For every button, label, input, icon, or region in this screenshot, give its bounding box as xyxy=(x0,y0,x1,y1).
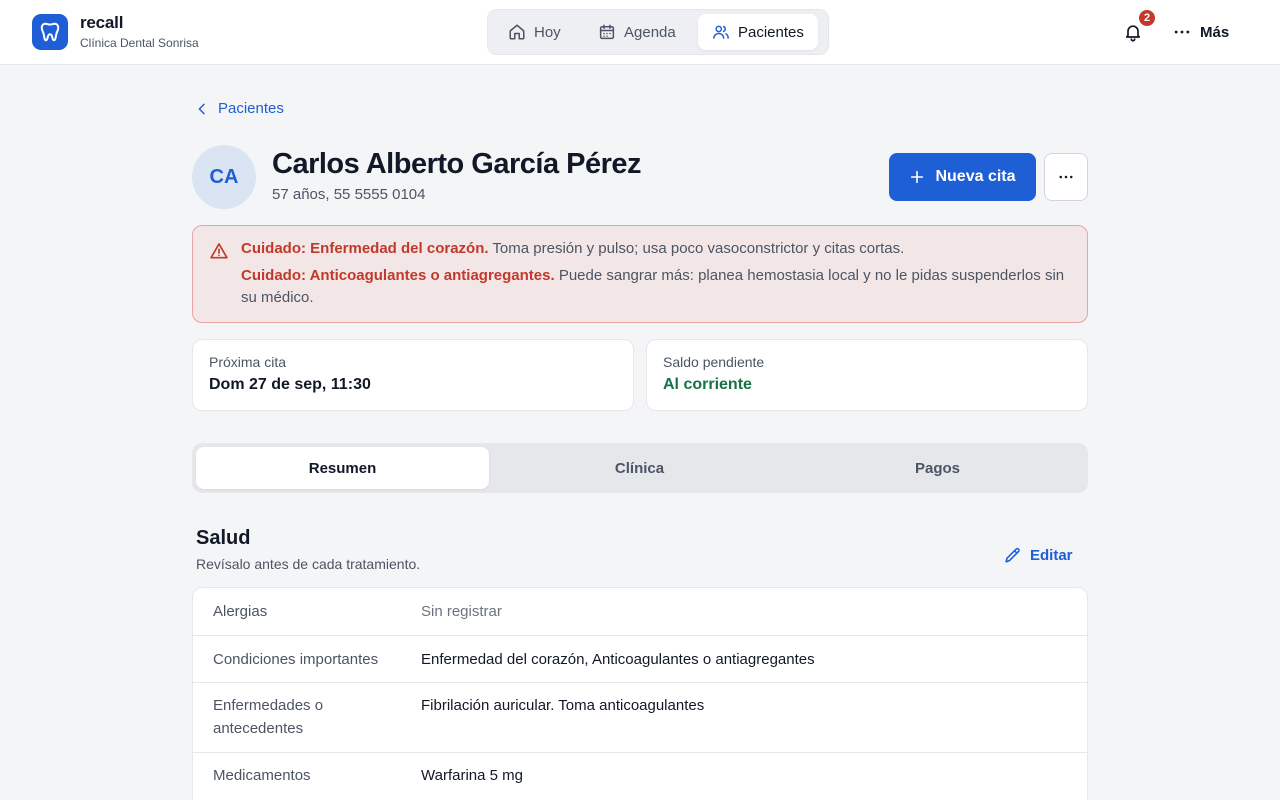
section-title: Salud xyxy=(196,527,251,549)
alert-text: Toma presión y pulso; usa poco vasoconst… xyxy=(488,240,905,257)
back-to-patients-link[interactable]: Pacientes xyxy=(194,100,284,117)
pencil-icon xyxy=(1005,547,1020,563)
edit-health-button[interactable]: Editar xyxy=(1003,546,1073,565)
row-label: Enfermedades o antecedentes xyxy=(213,697,324,737)
main-nav: Hoy Agenda Pacientes xyxy=(487,9,829,55)
tab-resumen[interactable]: Resumen xyxy=(196,447,489,489)
new-appointment-button[interactable]: Nueva cita xyxy=(889,153,1036,201)
alert-heart-condition: Cuidado: Enfermedad del corazón. Toma pr… xyxy=(241,238,1071,260)
nav-item-label: Pacientes xyxy=(738,23,804,41)
ellipsis-icon xyxy=(1174,30,1190,34)
tab-pagos[interactable]: Pagos xyxy=(791,447,1084,489)
edit-label: Editar xyxy=(1030,547,1073,564)
patient-name: Carlos Alberto García Pérez xyxy=(272,148,642,180)
next-appointment-card[interactable]: Próxima cita Dom 27 de sep, 11:30 xyxy=(192,339,634,411)
table-row: Enfermedades o antecedentes Fibrilación … xyxy=(193,683,1087,753)
balance-value: Al corriente xyxy=(663,376,752,393)
top-bar: recall Clínica Dental Sonrisa Hoy Agenda… xyxy=(0,0,1280,65)
balance-card[interactable]: Saldo pendiente Al corriente xyxy=(646,339,1088,411)
patient-tabs: Resumen Clínica Pagos xyxy=(192,443,1088,493)
patient-options-button[interactable] xyxy=(1044,153,1088,201)
section-subtitle: Revísalo antes de cada tratamiento. xyxy=(196,556,421,572)
row-value: Enfermedad del corazón, Anticoagulantes … xyxy=(421,651,815,668)
nav-item-label: Hoy xyxy=(534,23,561,41)
warning-icon xyxy=(210,243,228,259)
notifications-badge: 2 xyxy=(1137,8,1157,28)
table-row: Medicamentos Warfarina 5 mg xyxy=(193,753,1087,800)
alert-title: Cuidado: Anticoagulantes o antiagregante… xyxy=(241,267,555,284)
chevron-left-icon xyxy=(198,103,205,114)
row-value: Warfarina 5 mg xyxy=(421,767,523,784)
patient-avatar: CA xyxy=(192,145,256,209)
card-label: Próxima cita xyxy=(209,354,287,370)
row-value: Sin registrar xyxy=(421,603,502,620)
back-label: Pacientes xyxy=(218,100,284,117)
card-label: Saldo pendiente xyxy=(663,354,765,370)
ellipsis-icon xyxy=(1059,175,1073,179)
users-icon xyxy=(713,25,729,39)
patient-meta: 57 años, 55 5555 0104 xyxy=(272,186,426,203)
tooth-logo-icon[interactable] xyxy=(32,14,68,50)
calendar-icon xyxy=(599,24,615,40)
table-row: Condiciones importantes Enfermedad del c… xyxy=(193,636,1087,683)
nav-item-agenda[interactable]: Agenda xyxy=(584,14,690,50)
table-row: Alergias Sin registrar xyxy=(193,588,1087,636)
more-label: Más xyxy=(1200,23,1230,41)
nav-item-hoy[interactable]: Hoy xyxy=(494,14,575,50)
tab-clinica[interactable]: Clínica xyxy=(493,447,786,489)
next-appointment-value: Dom 27 de sep, 11:30 xyxy=(209,376,371,393)
nav-item-pacientes[interactable]: Pacientes xyxy=(698,14,818,50)
health-table: Alergias Sin registrar Condiciones impor… xyxy=(192,587,1088,800)
clinic-name: Clínica Dental Sonrisa xyxy=(80,36,199,50)
home-icon xyxy=(509,24,525,40)
nav-item-label: Agenda xyxy=(624,23,676,41)
row-value: Fibrilación auricular. Toma anticoagulan… xyxy=(421,697,705,714)
alert-anticoagulants: Cuidado: Anticoagulantes o antiagregante… xyxy=(241,265,1071,309)
row-label: Alergias xyxy=(213,603,268,620)
more-menu-button[interactable]: Más xyxy=(1172,18,1229,46)
plus-icon xyxy=(911,170,924,184)
row-label: Medicamentos xyxy=(213,767,311,784)
new-appointment-label: Nueva cita xyxy=(935,168,1016,185)
app-name: recall xyxy=(80,13,124,32)
medical-alert-box: Cuidado: Enfermedad del corazón. Toma pr… xyxy=(192,225,1088,323)
row-label: Condiciones importantes xyxy=(213,651,379,668)
alert-title: Cuidado: Enfermedad del corazón. xyxy=(241,240,489,257)
